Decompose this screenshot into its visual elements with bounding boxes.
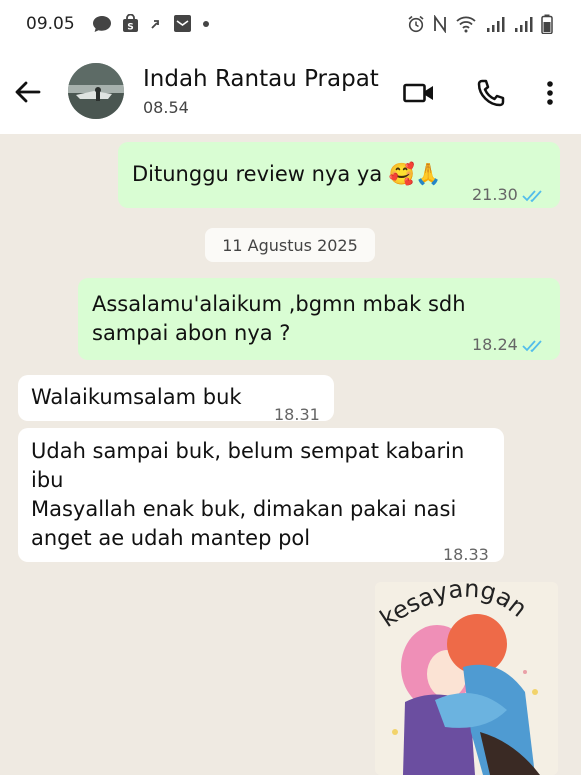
message-text-line: Masyallah enak buk, dimakan pakai nasi (31, 497, 457, 521)
message-bubble[interactable]: Ditunggu review nya ya 🥰🙏 21.30 (118, 142, 560, 208)
avatar-image (68, 63, 124, 119)
battery-icon (541, 14, 553, 34)
message-time: 21.30 (472, 185, 518, 204)
svg-text:S: S (127, 23, 133, 33)
sticker-message[interactable]: kesayangan (375, 582, 558, 775)
message-meta: 21.30 (472, 180, 546, 209)
phone-icon[interactable] (475, 77, 509, 109)
message-text-line: sampai abon nya ? (92, 321, 291, 345)
read-ticks-icon (522, 189, 542, 202)
alarm-icon (408, 15, 424, 33)
status-left-icons: S (92, 14, 210, 33)
message-meta: 18.33 (443, 540, 489, 569)
message-text-line: Assalamu'alaikum ,bgmn mbak sdh (92, 292, 466, 316)
sticker-caption: kesayangan (375, 582, 532, 633)
back-arrow-icon[interactable] (12, 77, 42, 107)
nfc-icon (434, 15, 446, 33)
arrow-icon (151, 19, 159, 29)
more-vert-icon[interactable] (540, 77, 560, 109)
date-text: 11 Agustus 2025 (222, 235, 358, 255)
message-meta: 18.24 (472, 330, 546, 359)
video-call-icon[interactable] (402, 77, 436, 109)
signal-icon (515, 17, 533, 32)
status-bar: 09.05 S (0, 0, 581, 50)
message-meta: 18.31 (274, 400, 320, 429)
chat-header: Indah Rantau Prapat 08.54 (0, 50, 581, 134)
message-bubble[interactable]: Udah sampai buk, belum sempat kabarin ib… (18, 428, 504, 564)
message-text-line: Udah sampai buk, belum sempat kabarin (31, 439, 465, 463)
message-bubble[interactable]: Assalamu'alaikum ,bgmn mbak sdh sampai a… (78, 278, 560, 360)
message-time: 18.24 (472, 335, 518, 354)
last-seen: 08.54 (143, 98, 189, 117)
date-separator: 11 Agustus 2025 (205, 228, 375, 262)
gallery-icon (174, 15, 191, 32)
chat-icon (93, 15, 111, 32)
message-text-line: anget ae udah mantep pol (31, 526, 311, 550)
status-time: 09.05 (26, 14, 75, 34)
contact-name[interactable]: Indah Rantau Prapat (143, 66, 379, 92)
status-right-icons (407, 14, 553, 34)
signal-icon (487, 17, 505, 32)
dot-icon (203, 20, 209, 27)
message-time: 18.33 (443, 545, 489, 564)
read-ticks-icon (522, 339, 542, 352)
wifi-icon (456, 16, 476, 33)
sticker-text: kesayangan (375, 582, 532, 633)
message-text-line: ibu (31, 468, 64, 492)
shopee-icon: S (123, 14, 138, 33)
svg-text:kesayangan: kesayangan (375, 582, 532, 633)
message-time: 18.31 (274, 405, 320, 424)
message-bubble[interactable]: Walaikumsalam buk 18.31 (18, 375, 334, 424)
avatar[interactable] (68, 63, 124, 119)
message-text: Ditunggu review nya ya 🥰🙏 (132, 162, 442, 186)
message-text: Walaikumsalam buk (31, 385, 242, 409)
